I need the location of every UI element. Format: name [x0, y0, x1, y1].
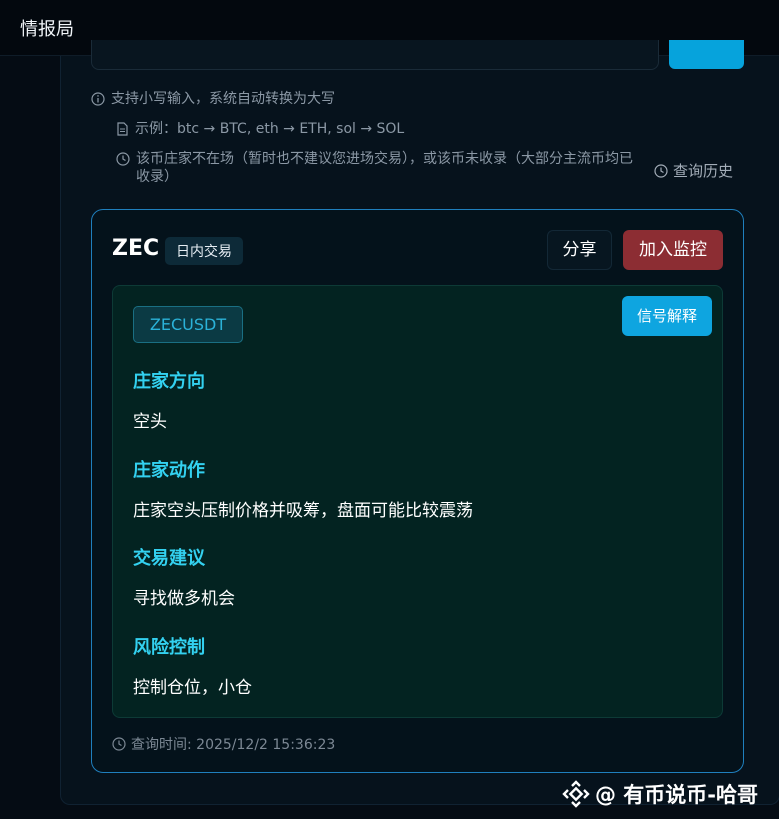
clock-icon: [654, 163, 668, 178]
section-text-advice: 寻找做多机会: [133, 589, 235, 609]
trade-type-badge: 日内交易: [165, 237, 243, 265]
hint-example-text: 示例：btc → BTC, eth → ETH, sol → SOL: [135, 121, 405, 137]
watermark-text: @ 有币说币-哈哥: [595, 783, 759, 807]
section-text-action: 庄家空头压制价格并吸筹，盘面可能比较震荡: [133, 501, 473, 521]
hint-lowercase: 支持小写输入，系统自动转换为大写: [91, 90, 335, 108]
coin-symbol: ZEC: [112, 236, 160, 261]
query-time-text: 查询时间: 2025/12/2 15:36:23: [131, 737, 336, 753]
section-title-risk: 风险控制: [133, 637, 205, 658]
history-button[interactable]: 查询历史: [654, 160, 733, 181]
binance-logo-icon: [562, 780, 590, 808]
hint-lowercase-text: 支持小写输入，系统自动转换为大写: [111, 91, 335, 107]
section-title-direction: 庄家方向: [133, 371, 205, 392]
query-time: 查询时间: 2025/12/2 15:36:23: [112, 734, 335, 754]
section-text-direction: 空头: [133, 412, 167, 432]
section-title-action: 庄家动作: [133, 460, 205, 481]
hint-example: 示例：btc → BTC, eth → ETH, sol → SOL: [116, 120, 404, 138]
document-icon: [117, 122, 128, 136]
section-title-advice: 交易建议: [133, 548, 205, 569]
clock-icon: [116, 152, 130, 166]
hint-not-present: 该币庄家不在场（暂时也不建议您进场交易），或该币未收录（大部分主流币均已收录）: [116, 150, 646, 186]
trading-pair-badge: ZECUSDT: [133, 306, 243, 343]
signal-explain-button[interactable]: 信号解释: [622, 296, 712, 336]
hint-not-present-text: 该币庄家不在场（暂时也不建议您进场交易），或该币未收录（大部分主流币均已收录）: [136, 151, 633, 185]
clock-icon: [112, 737, 126, 751]
section-text-risk: 控制仓位，小仓: [133, 678, 252, 698]
app-title: 情报局: [20, 19, 74, 40]
info-icon: [91, 92, 105, 106]
search-input[interactable]: [91, 40, 659, 70]
history-button-label: 查询历史: [673, 162, 734, 180]
share-button[interactable]: 分享: [547, 230, 612, 270]
watermark: @ 有币说币-哈哥: [561, 779, 758, 809]
add-monitor-button[interactable]: 加入监控: [623, 230, 723, 270]
search-button[interactable]: [669, 40, 744, 69]
